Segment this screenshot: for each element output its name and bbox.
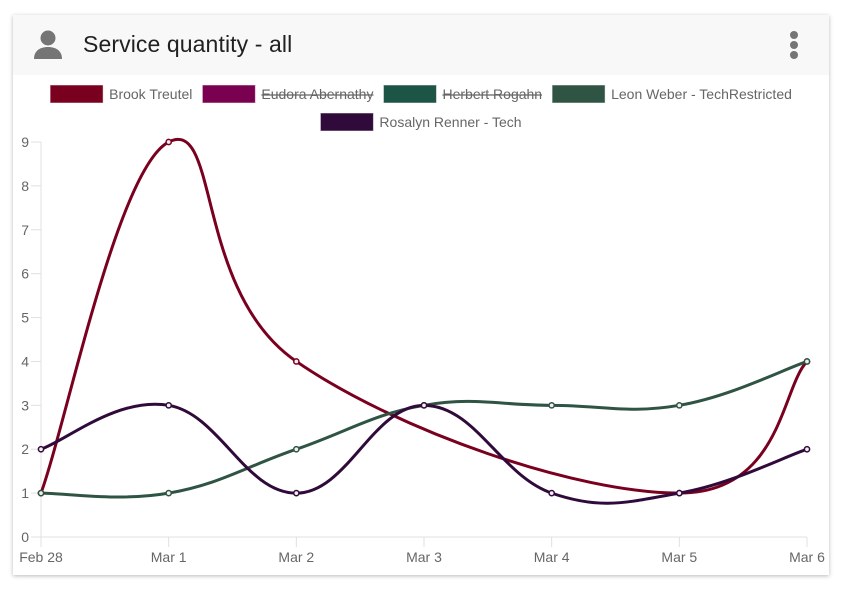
x-tick-label: Mar 2 [278,549,314,565]
data-point[interactable] [37,489,45,497]
data-point[interactable] [803,358,811,365]
legend-item[interactable]: Rosalyn Renner - Tech [319,112,522,132]
x-tick-label: Mar 6 [789,549,825,565]
x-tick-label: Mar 4 [534,549,570,565]
x-tick-label: Mar 1 [151,549,187,565]
data-point[interactable] [803,445,811,453]
x-tick-label: Feb 28 [19,549,63,565]
data-point[interactable] [37,445,45,453]
legend-label: Rosalyn Renner - Tech [379,114,521,130]
data-point[interactable] [548,489,556,497]
series-lines [39,137,809,505]
legend-swatch [49,84,104,104]
data-point[interactable] [675,401,683,409]
data-point[interactable] [548,401,556,409]
data-point[interactable] [420,401,428,409]
legend-item[interactable]: Herbert Rogahn [382,84,543,104]
legend-label: Eudora Abernathy [261,86,373,102]
axes: 0 1 2 3 4 5 6 7 8 9 Feb 28 Mar 1 Mar 2 Mar 3 Mar 4 Mar … [19,134,825,565]
data-point[interactable] [292,489,300,497]
data-point[interactable] [292,445,300,453]
series-line [40,402,808,505]
legend-item[interactable]: Brook Treutel [49,84,192,104]
data-point[interactable] [165,138,173,146]
y-tick-label: 8 [21,178,29,194]
y-tick-label: 3 [21,397,29,413]
data-point[interactable] [165,489,173,497]
series-line [39,137,809,495]
x-tick-label: Mar 3 [406,549,442,565]
y-tick-label: 7 [21,222,29,238]
legend: Brook Treutel Eudora Abernathy Herbert Rog… [49,84,792,132]
legend-swatch [201,84,256,104]
data-point[interactable] [675,489,683,497]
data-point[interactable] [292,358,300,365]
y-tick-label: 2 [21,441,29,457]
y-tick-label: 5 [21,310,29,326]
x-tick-label: Mar 5 [661,549,697,565]
legend-swatch [382,84,437,104]
legend-label: Herbert Rogahn [442,86,542,102]
legend-item[interactable]: Leon Weber - TechRestricted [551,84,792,104]
y-tick-label: 0 [21,529,29,545]
y-tick-label: 9 [21,134,29,150]
legend-item[interactable]: Eudora Abernathy [201,84,374,104]
line-chart: 0 1 2 3 4 5 6 7 8 9 Feb 28 Mar 1 Mar 2 Mar 3 Mar 4 Mar … [19,84,825,565]
legend-label: Leon Weber - TechRestricted [611,86,792,102]
y-tick-label: 1 [21,485,29,501]
legend-label: Brook Treutel [109,86,192,102]
y-tick-label: 4 [21,353,29,369]
legend-swatch [319,112,374,132]
data-point[interactable] [165,401,173,409]
series-points [37,138,811,497]
legend-swatch [551,84,606,104]
y-tick-label: 6 [21,266,29,282]
